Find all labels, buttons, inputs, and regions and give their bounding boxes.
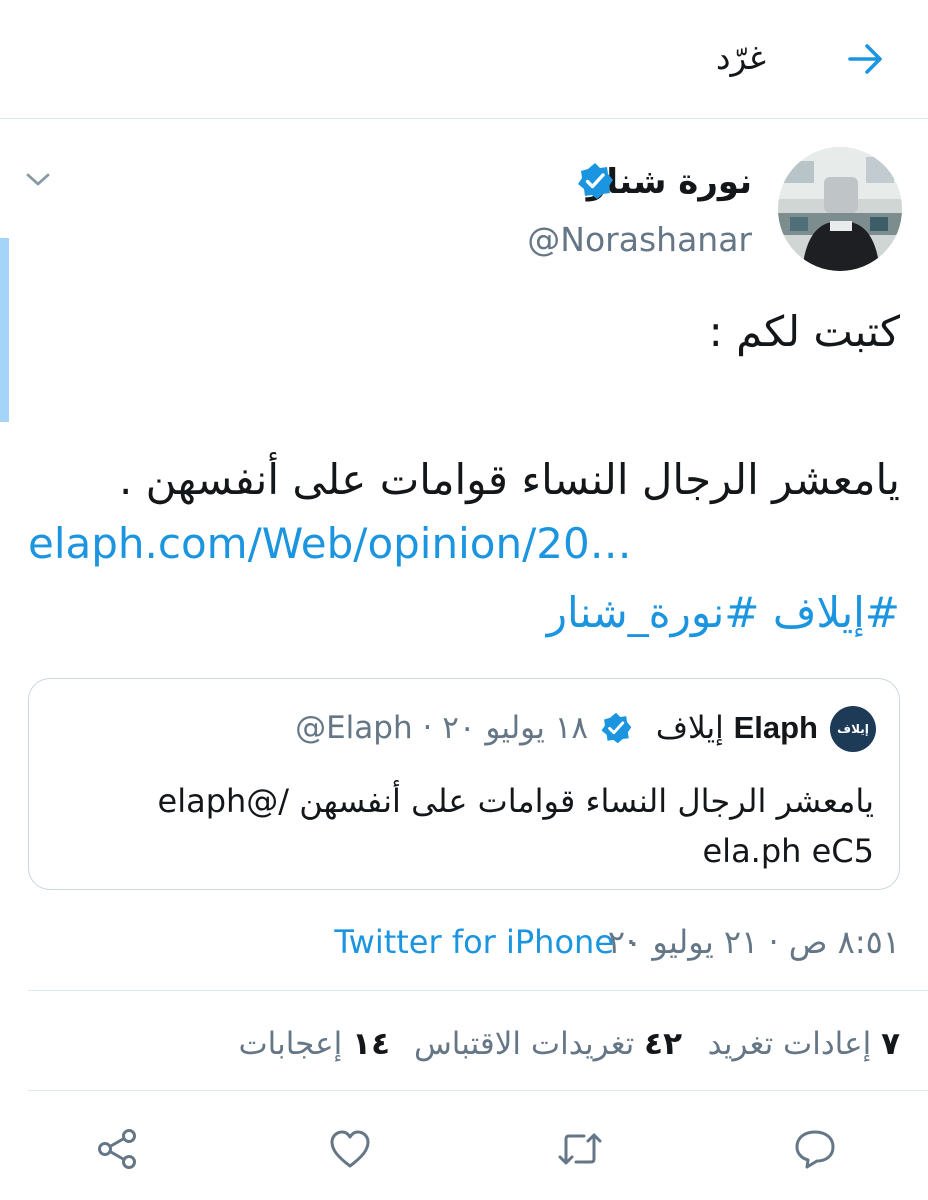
reply-icon <box>795 1130 835 1169</box>
quoted-name-ar: إيلاف <box>655 710 724 746</box>
tweet-timestamp: ٨:٥١ ص · ٢١ يوليو ٢٠ <box>607 923 900 961</box>
retweet-icon <box>558 1133 602 1165</box>
quoted-avatar: إيلاف <box>830 706 876 752</box>
arrow-right-icon <box>848 44 882 74</box>
top-bar <box>0 0 928 119</box>
quoted-tweet-text: يامعشر الرجال النساء قوامات على أنفسهن /… <box>157 782 874 870</box>
like-button[interactable] <box>325 1124 375 1174</box>
heart-icon <box>330 1130 370 1168</box>
quoted-meta: @Elaph · ١٨ يوليو ٢٠ <box>295 708 588 748</box>
meta-separator: · <box>422 710 433 746</box>
retweets-count: ٧ <box>881 1026 900 1062</box>
tweet-link[interactable]: elaph.com/Web/opinion/20… <box>28 517 632 571</box>
tweet-text-line: كتبت لكم : <box>708 307 900 356</box>
divider <box>28 990 928 991</box>
quoted-date: ١٨ يوليو ٢٠ <box>442 710 588 746</box>
tweet-text-line: يامعشر الرجال النساء قوامات على أنفسهن . <box>118 455 900 504</box>
quoted-author-name: إيلاف Elaph <box>656 708 818 748</box>
tweet-source-link[interactable]: Twitter for iPhone <box>334 920 614 964</box>
quotes-count: ٤٢ <box>644 1026 682 1062</box>
page-title: غرّد <box>715 38 766 77</box>
author-handle[interactable]: @Norashanar <box>527 218 752 262</box>
thread-highlight-bar <box>0 238 9 422</box>
reply-button[interactable] <box>790 1124 840 1174</box>
divider <box>28 1090 928 1091</box>
tweet-menu-button[interactable] <box>22 166 54 194</box>
verified-badge-icon <box>574 160 616 202</box>
chevron-down-icon <box>26 173 50 186</box>
share-icon <box>98 1129 136 1169</box>
likes-count: ١٤ <box>352 1026 390 1062</box>
likes-stat[interactable]: ١٤ إعجابات <box>238 1022 390 1066</box>
likes-label: إعجابات <box>238 1026 343 1062</box>
verified-badge-icon <box>598 710 634 746</box>
quoted-handle: @Elaph <box>295 710 413 746</box>
back-button[interactable] <box>838 34 894 84</box>
share-button[interactable] <box>92 1124 142 1174</box>
retweets-label: إعادات تغريد <box>707 1026 872 1062</box>
retweets-stat[interactable]: ٧ إعادات تغريد <box>708 1022 900 1066</box>
quote-tweets-stat[interactable]: ٤٢ تغريدات الاقتباس <box>414 1022 682 1066</box>
quoted-name-en: Elaph <box>733 710 818 745</box>
retweet-button[interactable] <box>555 1124 605 1174</box>
quotes-label: تغريدات الاقتباس <box>413 1026 635 1062</box>
avatar[interactable] <box>778 147 902 271</box>
tweet-hashtags[interactable]: #إيلاف #نورة_شنار <box>547 585 900 641</box>
